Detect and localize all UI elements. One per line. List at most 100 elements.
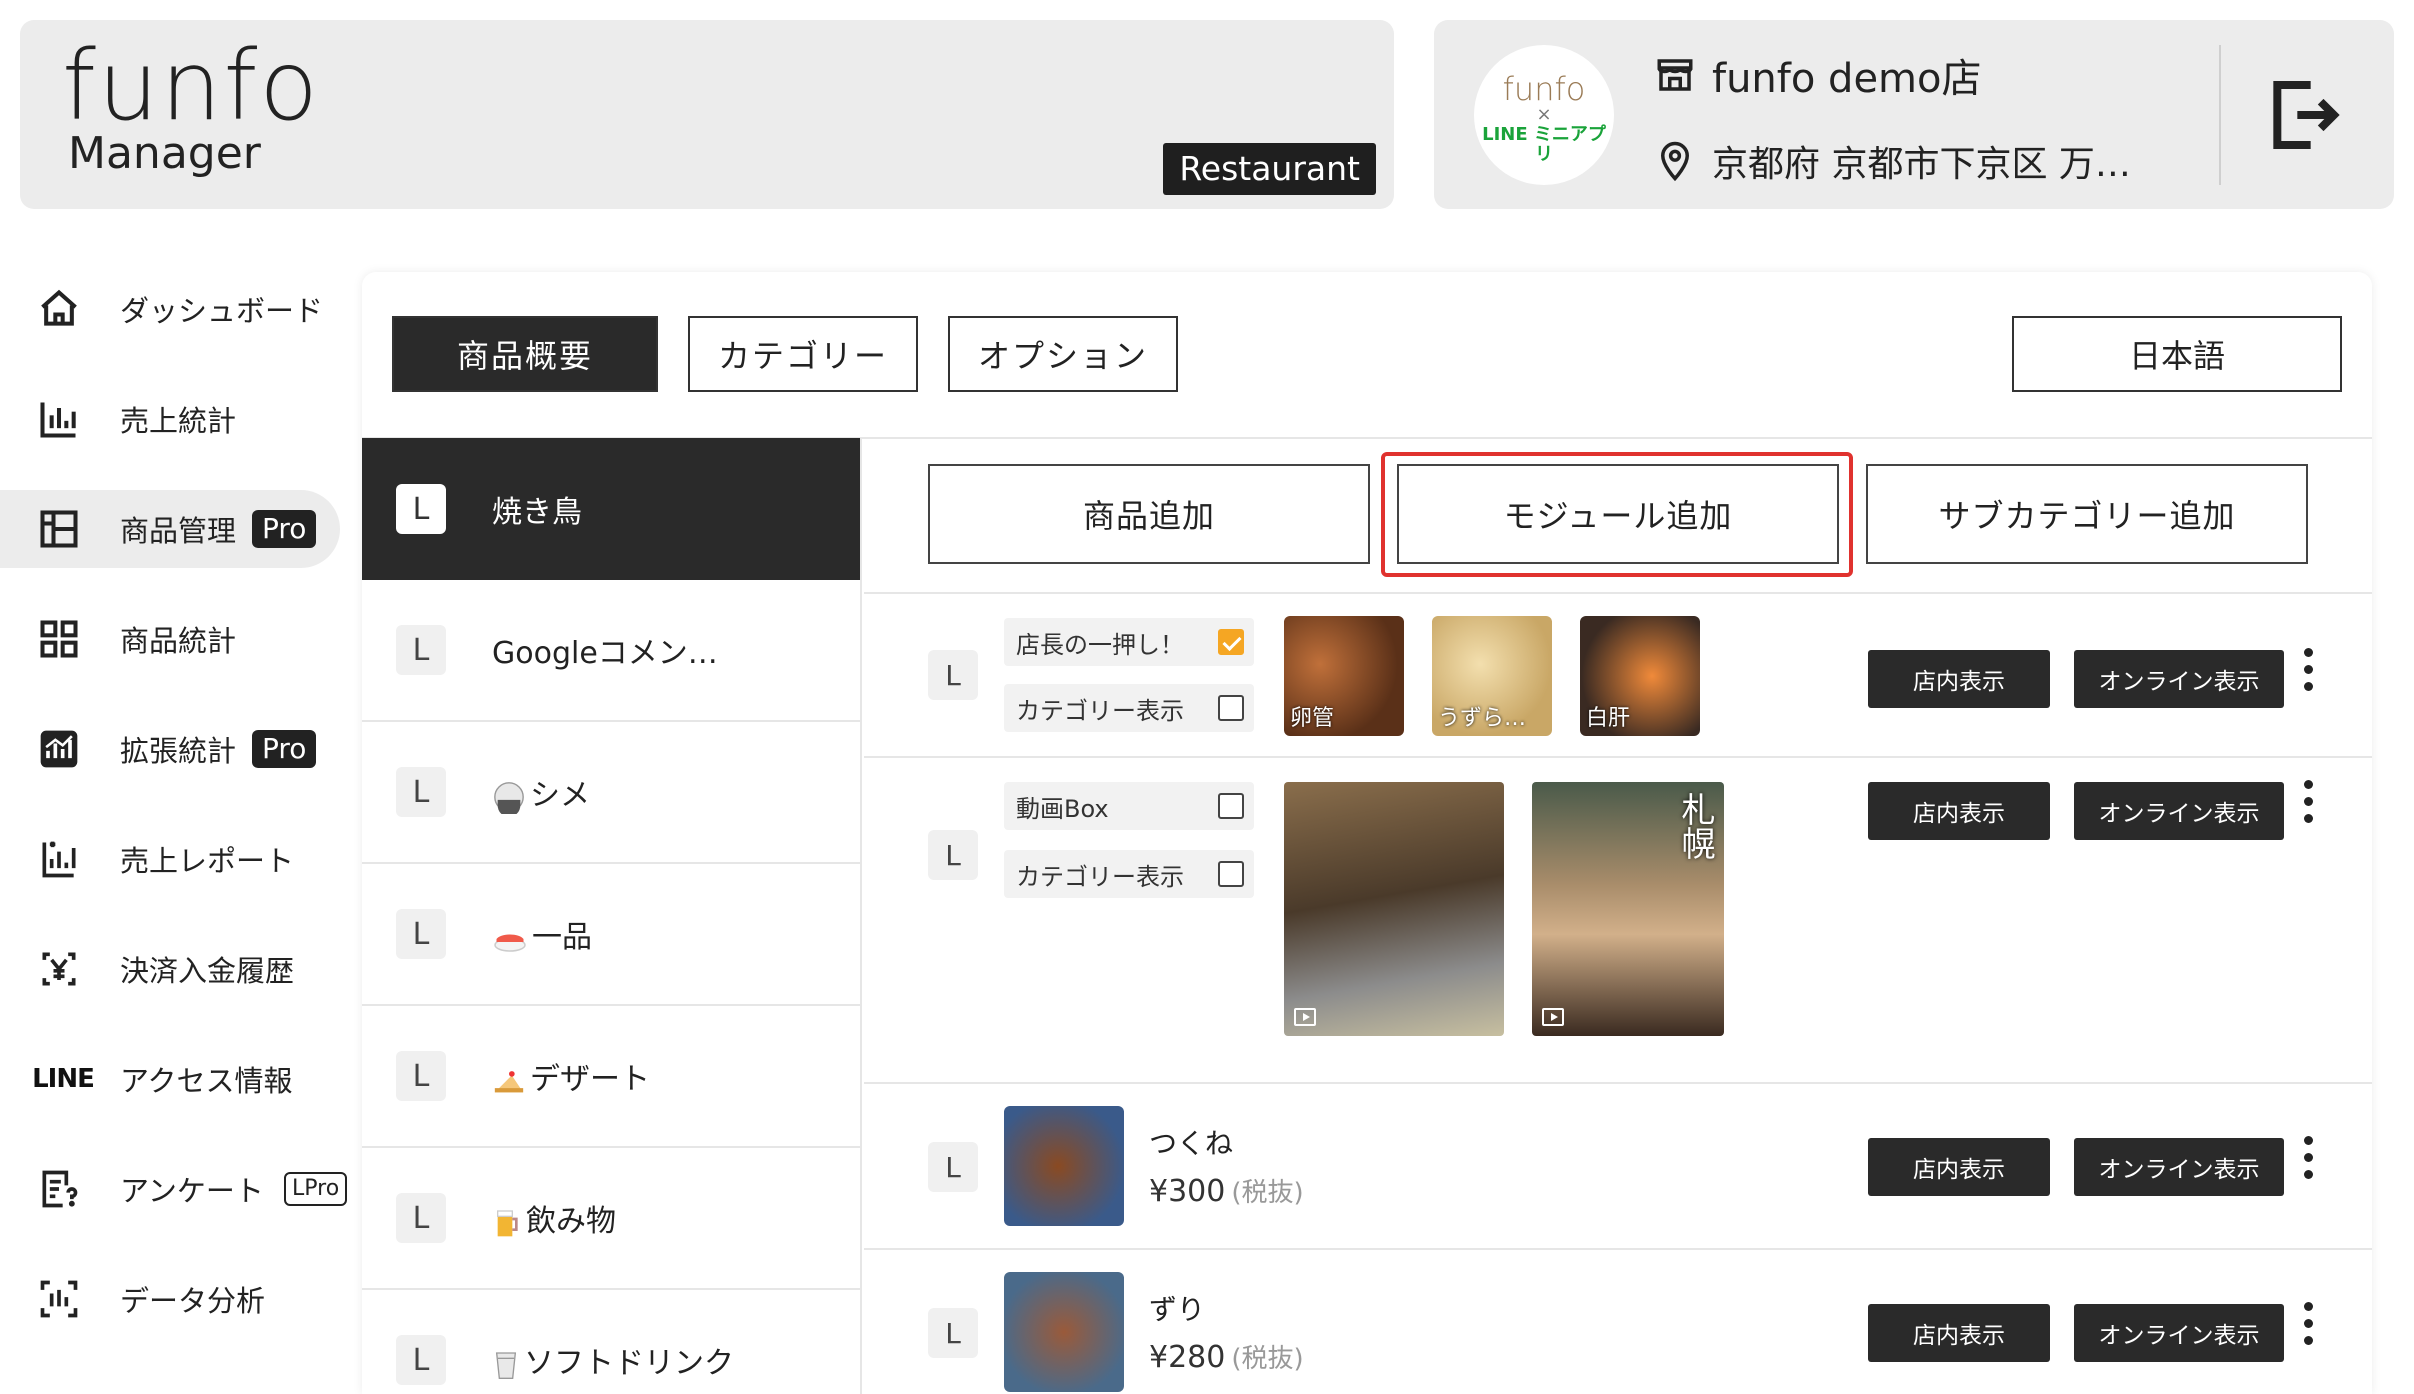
category-display-checkbox[interactable] bbox=[1218, 861, 1244, 887]
video-icon bbox=[1294, 1008, 1316, 1026]
sidebar-item-product-stats[interactable]: 商品統計 bbox=[0, 600, 340, 678]
video-thumbnail[interactable]: 札幌 bbox=[1532, 782, 1724, 1036]
category-label: 焼き鳥 bbox=[492, 495, 582, 530]
store-name: funfo demo店 bbox=[1712, 56, 1982, 102]
category-label-wrap: 一品 bbox=[492, 912, 592, 956]
instore-display-button[interactable]: 店内表示 bbox=[1868, 1138, 2050, 1196]
featured-checkbox[interactable] bbox=[1218, 629, 1244, 655]
bar-chart-icon bbox=[40, 402, 76, 438]
lpro-badge: LPro bbox=[284, 1171, 348, 1207]
product-row[interactable]: L つくね ¥300 (税抜) 店内表示 オンライン表示 bbox=[864, 1084, 2372, 1250]
category-item-ippin[interactable]: L 一品 bbox=[362, 864, 860, 1006]
online-display-button[interactable]: オンライン表示 bbox=[2074, 782, 2284, 840]
more-menu-icon[interactable] bbox=[2304, 780, 2314, 831]
store-name-row: funfo demo店 bbox=[1654, 46, 1982, 104]
sushi-icon bbox=[494, 934, 526, 952]
product-image[interactable] bbox=[1004, 1272, 1124, 1392]
product-thumbnail[interactable]: 卵管 bbox=[1284, 616, 1404, 736]
more-menu-icon[interactable] bbox=[2304, 1136, 2314, 1187]
sidebar-item-label: 決済入金履歴 bbox=[120, 954, 295, 988]
tab-category[interactable]: カテゴリー bbox=[688, 316, 918, 392]
category-label: ソフトドリンク bbox=[524, 1346, 734, 1381]
category-item-soft-drinks[interactable]: L ソフトドリンク bbox=[362, 1290, 860, 1394]
store-address: 京都府 京都市下京区 万… bbox=[1712, 144, 2131, 185]
module-row-featured[interactable]: L 店長の一押し！ カテゴリー表示 卵管 うずら… 白肝 店内表示 オンライン表… bbox=[864, 594, 2372, 758]
app-header: funfo Manager Restaurant bbox=[20, 20, 1394, 209]
grid-icon bbox=[40, 620, 78, 658]
pro-badge: Pro bbox=[252, 730, 317, 768]
category-display-checkbox-row[interactable]: カテゴリー表示 bbox=[1004, 850, 1254, 898]
tax-note: (税抜) bbox=[1231, 1178, 1304, 1208]
product-thumbnail[interactable]: うずら… bbox=[1432, 616, 1552, 736]
product-thumbnail[interactable]: 白肝 bbox=[1580, 616, 1700, 736]
rice-ball-icon bbox=[494, 781, 524, 814]
category-label-wrap: ソフトドリンク bbox=[492, 1338, 734, 1382]
tab-product-overview[interactable]: 商品概要 bbox=[392, 316, 658, 392]
tab-option[interactable]: オプション bbox=[948, 316, 1178, 392]
yen-icon bbox=[42, 952, 76, 986]
home-icon bbox=[41, 289, 77, 326]
app-logo-subtitle: Manager bbox=[68, 128, 261, 179]
category-label-wrap: シメ bbox=[492, 770, 590, 814]
add-product-button[interactable]: 商品追加 bbox=[928, 464, 1370, 564]
sidebar-item-label: データ分析 bbox=[120, 1284, 266, 1318]
sidebar-item-product-management[interactable]: 商品管理 Pro bbox=[0, 490, 340, 568]
header-divider bbox=[2219, 45, 2221, 185]
category-item-google-comments[interactable]: L Googleコメン… bbox=[362, 580, 860, 722]
sidebar-item-survey[interactable]: アンケート LPro bbox=[0, 1150, 348, 1228]
category-item-yakitori[interactable]: L 焼き鳥 bbox=[362, 438, 860, 580]
sidebar-item-data-analysis[interactable]: データ分析 bbox=[0, 1260, 340, 1338]
stats-box-icon bbox=[40, 730, 78, 768]
line-logo-icon: LINE bbox=[32, 1064, 95, 1094]
online-display-button[interactable]: オンライン表示 bbox=[2074, 1304, 2284, 1362]
video-overlay-text: 札幌 bbox=[1675, 792, 1715, 860]
sidebar-item-label: 売上統計 bbox=[120, 404, 237, 438]
layout-badge: L bbox=[396, 1193, 446, 1243]
instore-display-button[interactable]: 店内表示 bbox=[1868, 1304, 2050, 1362]
store-logo-x: × bbox=[1536, 104, 1552, 125]
sidebar-item-access-info[interactable]: LINE アクセス情報 bbox=[0, 1040, 340, 1118]
product-row[interactable]: L ずり ¥280 (税抜) 店内表示 オンライン表示 bbox=[864, 1250, 2372, 1394]
sidebar-item-dashboard[interactable]: ダッシュボード bbox=[0, 270, 340, 348]
category-label: 一品 bbox=[532, 920, 592, 955]
sidebar-item-sales-report[interactable]: 売上レポート bbox=[0, 820, 340, 898]
online-display-button[interactable]: オンライン表示 bbox=[2074, 650, 2284, 708]
layout-badge: L bbox=[928, 830, 978, 880]
layout-icon bbox=[40, 510, 78, 548]
featured-checkbox-row[interactable]: 店長の一押し！ bbox=[1004, 618, 1254, 666]
language-select[interactable]: 日本語 bbox=[2012, 316, 2342, 392]
category-display-checkbox-row[interactable]: カテゴリー表示 bbox=[1004, 684, 1254, 732]
category-label: シメ bbox=[530, 778, 590, 813]
module-row-video[interactable]: L 動画Box カテゴリー表示 札幌 店内表示 オンライン表示 bbox=[864, 758, 2372, 1084]
category-item-drinks[interactable]: L 飲み物 bbox=[362, 1148, 860, 1290]
sidebar-item-extended-stats[interactable]: 拡張統計 Pro bbox=[0, 710, 340, 788]
category-display-checkbox[interactable] bbox=[1218, 695, 1244, 721]
category-label: デザート bbox=[530, 1062, 650, 1097]
category-item-shime[interactable]: L シメ bbox=[362, 722, 860, 864]
store-logo: funfo × LINE ミニアプリ bbox=[1474, 45, 1614, 185]
online-display-button[interactable]: オンライン表示 bbox=[2074, 1138, 2284, 1196]
sidebar-item-label: アクセス情報 bbox=[120, 1064, 293, 1098]
store-address-row: 京都府 京都市下京区 万… bbox=[1654, 135, 2131, 187]
cake-icon bbox=[494, 1070, 524, 1092]
add-subcategory-button[interactable]: サブカテゴリー追加 bbox=[1866, 464, 2308, 564]
sidebar-item-label: 売上レポート bbox=[120, 844, 295, 878]
sidebar-item-sales-stats[interactable]: 売上統計 bbox=[0, 380, 340, 458]
more-menu-icon[interactable] bbox=[2304, 1302, 2314, 1353]
category-label: Googleコメン… bbox=[492, 636, 718, 671]
app-logo: funfo bbox=[62, 30, 321, 142]
layout-badge: L bbox=[928, 1308, 978, 1358]
product-image[interactable] bbox=[1004, 1106, 1124, 1226]
video-thumbnail[interactable] bbox=[1284, 782, 1504, 1036]
sidebar-item-label: 拡張統計 bbox=[120, 734, 237, 768]
video-box-checkbox-row[interactable]: 動画Box bbox=[1004, 782, 1254, 830]
category-label-wrap: デザート bbox=[492, 1054, 650, 1098]
more-menu-icon[interactable] bbox=[2304, 648, 2314, 699]
instore-display-button[interactable]: 店内表示 bbox=[1868, 782, 2050, 840]
instore-display-button[interactable]: 店内表示 bbox=[1868, 650, 2050, 708]
category-item-dessert[interactable]: L デザート bbox=[362, 1006, 860, 1148]
logout-icon[interactable] bbox=[2264, 75, 2344, 155]
sidebar-item-payment-history[interactable]: 決済入金履歴 bbox=[0, 930, 340, 1008]
video-box-checkbox[interactable] bbox=[1218, 793, 1244, 819]
category-display-label: カテゴリー表示 bbox=[1016, 862, 1184, 891]
